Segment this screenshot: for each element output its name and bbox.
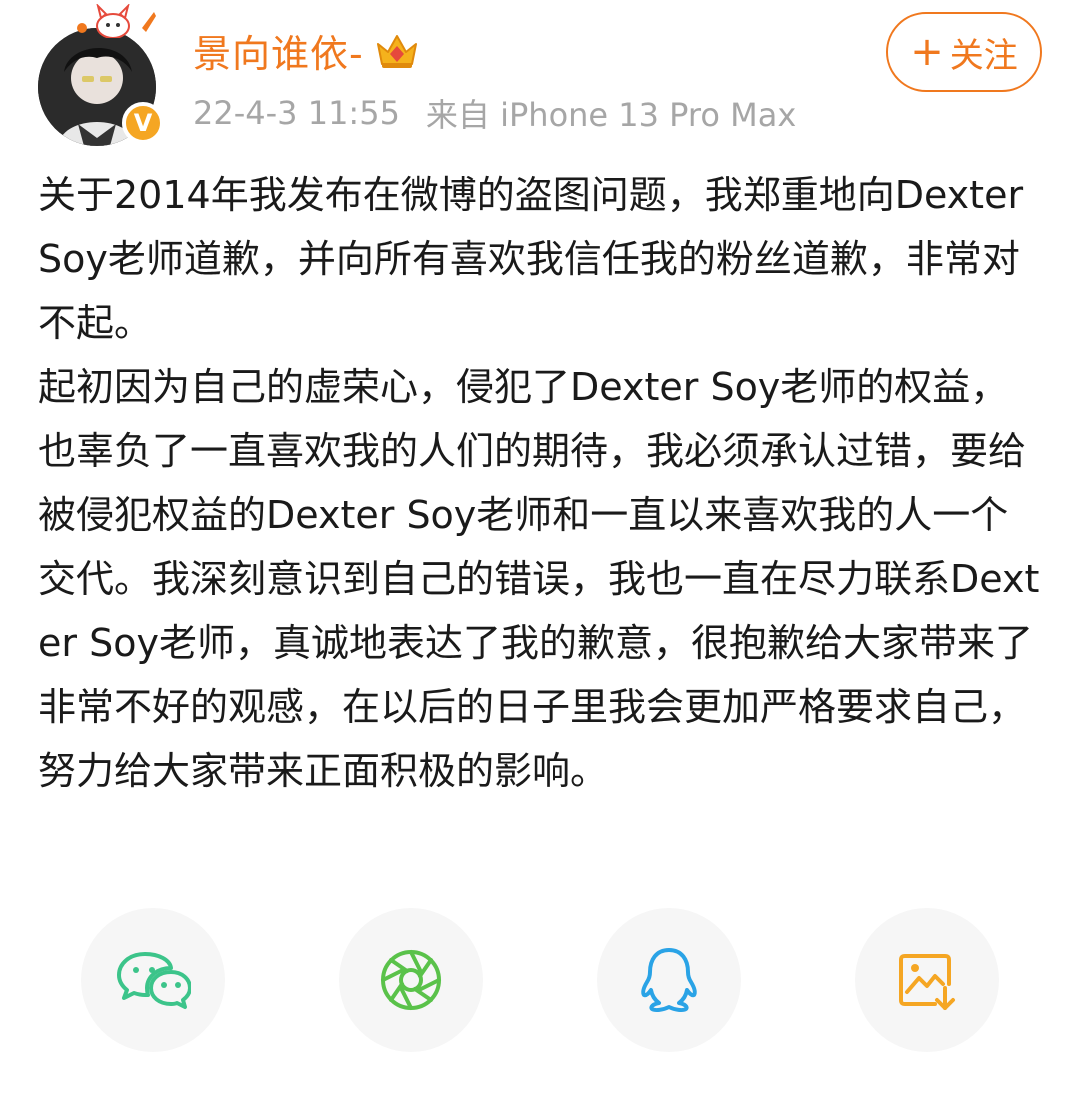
post-paragraph: 起初因为自己的虚荣心，侵犯了Dexter Soy老师的权益，也辜负了一直喜欢我的… (38, 365, 1040, 793)
share-moments-button[interactable] (339, 908, 483, 1052)
plus-icon: + (910, 29, 944, 75)
post-content: 关于2014年我发布在微博的盗图问题，我郑重地向Dexter Soy老师道歉，并… (38, 163, 1042, 803)
username-row: 景向谁依- (193, 22, 420, 78)
vip-crown-icon[interactable] (374, 30, 420, 70)
follow-button[interactable]: + 关注 (886, 12, 1042, 92)
save-image-icon (899, 954, 955, 1010)
avatar-decoration-icon (77, 4, 156, 38)
follow-label: 关注 (949, 35, 1018, 76)
moments-icon (381, 950, 441, 1010)
wechat-icon (117, 952, 191, 1009)
share-bar (0, 908, 1080, 1052)
post-paragraph: 关于2014年我发布在微博的盗图问题，我郑重地向Dexter Soy老师道歉，并… (38, 173, 1024, 345)
avatar-container[interactable]: V (38, 4, 164, 146)
verified-badge: V (122, 102, 164, 144)
weibo-post-page: V 景向谁依- 22-4-3 11:55 来自 iPhone 13 Pro Ma… (0, 0, 1080, 1095)
post-timestamp: 22-4-3 11:55 (193, 94, 400, 132)
post-source: 来自 iPhone 13 Pro Max (425, 96, 797, 134)
post-meta: 22-4-3 11:55 来自 iPhone 13 Pro Max (193, 90, 796, 136)
share-qq-button[interactable] (597, 908, 741, 1052)
username[interactable]: 景向谁依- (193, 23, 364, 78)
share-wechat-button[interactable] (81, 908, 225, 1052)
save-image-button[interactable] (855, 908, 999, 1052)
qq-icon (641, 948, 697, 1013)
